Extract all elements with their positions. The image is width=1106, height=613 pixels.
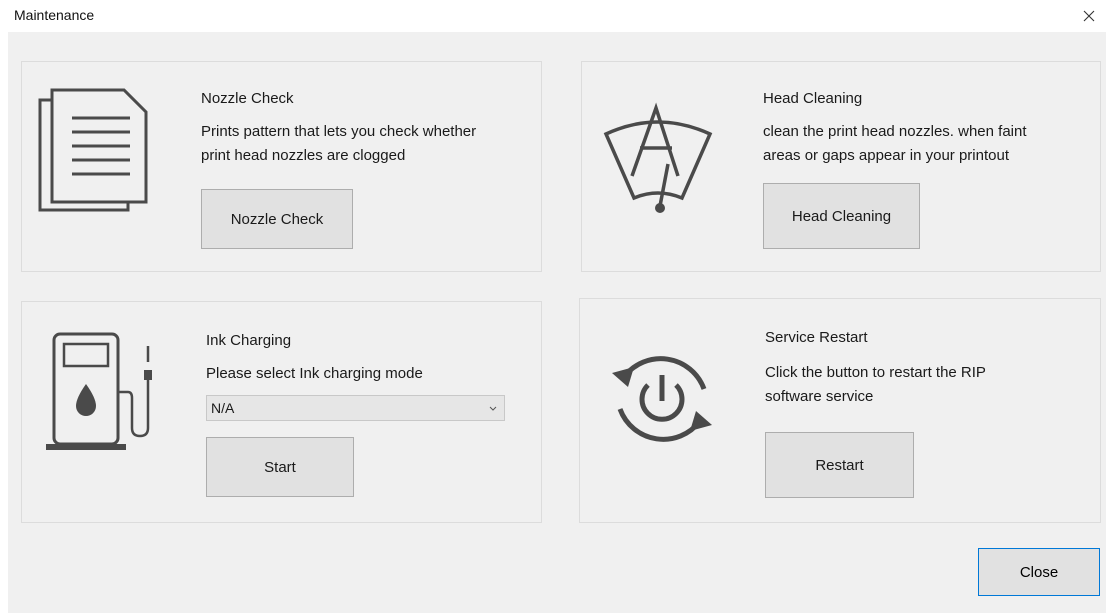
close-icon[interactable] bbox=[1078, 5, 1100, 27]
nozzle-check-panel: Nozzle Check Prints pattern that lets yo… bbox=[21, 61, 542, 272]
nozzle-check-button[interactable]: Nozzle Check bbox=[201, 189, 353, 249]
maintenance-content: Nozzle Check Prints pattern that lets yo… bbox=[8, 32, 1106, 613]
service-restart-heading: Service Restart bbox=[765, 329, 868, 346]
ink-pump-icon bbox=[46, 332, 158, 465]
head-cleaning-desc-line1: clean the print head nozzles. when faint bbox=[763, 123, 1027, 140]
ink-charging-panel: Ink Charging Please select Ink charging … bbox=[21, 301, 542, 523]
nozzle-check-heading: Nozzle Check bbox=[201, 90, 294, 107]
print-head-icon bbox=[600, 102, 716, 223]
head-cleaning-button[interactable]: Head Cleaning bbox=[763, 183, 920, 249]
restart-button[interactable]: Restart bbox=[765, 432, 914, 498]
ink-charging-mode-select[interactable]: N/A bbox=[206, 395, 505, 421]
head-cleaning-desc-line2: areas or gaps appear in your printout bbox=[763, 147, 1009, 164]
power-restart-icon bbox=[606, 343, 718, 460]
ink-charging-heading: Ink Charging bbox=[206, 332, 292, 349]
nozzle-check-desc-line2: print head nozzles are clogged bbox=[201, 147, 406, 164]
ink-charging-mode-value: N/A bbox=[211, 400, 235, 416]
close-button[interactable]: Close bbox=[978, 548, 1100, 596]
start-button[interactable]: Start bbox=[206, 437, 354, 497]
document-icon bbox=[38, 88, 150, 219]
service-restart-panel: Service Restart Click the button to rest… bbox=[579, 298, 1101, 523]
title-bar: Maintenance bbox=[0, 0, 1106, 32]
service-restart-desc-line1: Click the button to restart the RIP bbox=[765, 364, 986, 381]
window-title: Maintenance bbox=[14, 7, 95, 23]
nozzle-check-desc-line1: Prints pattern that lets you check wheth… bbox=[201, 123, 477, 140]
ink-charging-desc: Please select Ink charging mode bbox=[206, 365, 423, 382]
head-cleaning-panel: Head Cleaning clean the print head nozzl… bbox=[581, 61, 1101, 272]
chevron-down-icon bbox=[488, 399, 498, 420]
service-restart-desc-line2: software service bbox=[765, 388, 874, 405]
head-cleaning-heading: Head Cleaning bbox=[763, 90, 863, 107]
